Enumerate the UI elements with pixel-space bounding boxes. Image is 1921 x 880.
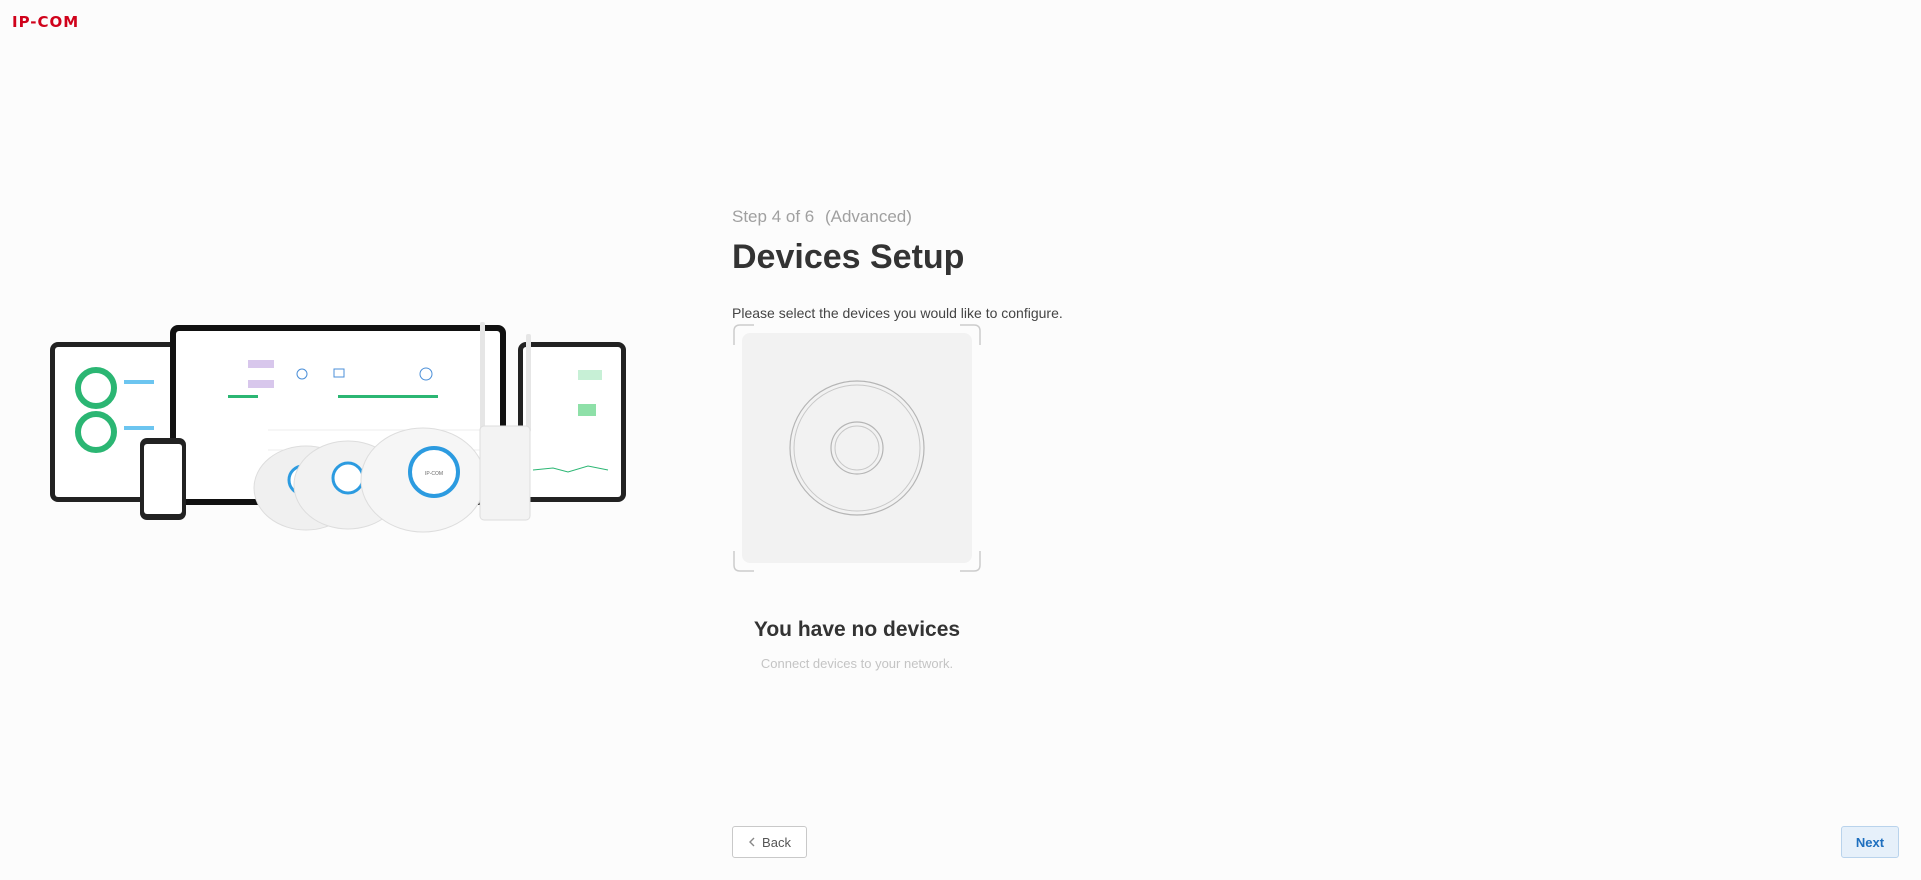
- next-button-label: Next: [1855, 834, 1885, 850]
- wizard-step-indicator: Step 4 of 6 (Advanced): [732, 207, 912, 227]
- empty-state-description: Connect devices to your network.: [760, 656, 954, 671]
- hero-ap-logo: IP-COM: [425, 471, 443, 477]
- back-button-label: Back: [762, 834, 791, 850]
- step-mode: (Advanced): [824, 207, 912, 226]
- product-hero-illustration: IP-COM: [50, 322, 626, 533]
- next-button[interactable]: Next: [1841, 826, 1899, 858]
- chevron-left-icon: [749, 837, 755, 847]
- ip-com-logo: IP-COM: [12, 13, 80, 31]
- back-button[interactable]: Back: [732, 826, 807, 858]
- ceiling-access-point-icon: [733, 324, 981, 572]
- empty-state-title: You have no devices: [753, 618, 961, 641]
- instruction-text: Please select the devices you would like…: [732, 305, 1063, 321]
- page-title: Devices Setup: [732, 238, 965, 276]
- step-count: Step 4 of 6: [732, 207, 815, 226]
